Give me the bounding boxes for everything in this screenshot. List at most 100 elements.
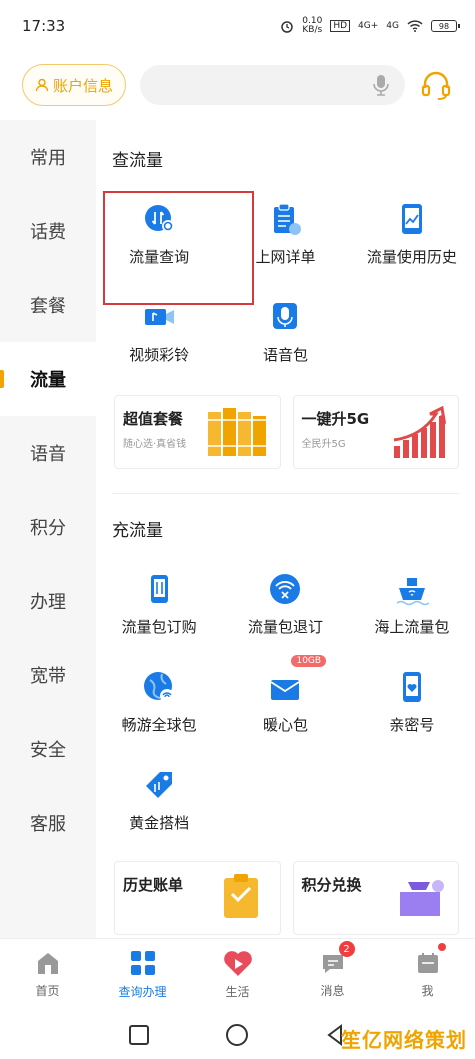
sidebar-item-label: 宽带 bbox=[30, 666, 66, 687]
home-button-icon[interactable] bbox=[225, 1023, 249, 1047]
status-bar: 17:33 0.10 KB/s HD 4G+ 4G 98 bbox=[0, 0, 475, 52]
sidebar-item-label: 办理 bbox=[30, 592, 66, 613]
sidebar-item-label: 套餐 bbox=[30, 296, 66, 317]
grid-icon bbox=[130, 951, 155, 975]
tab-label: 我 bbox=[421, 984, 434, 998]
network-speed: 0.10 KB/s bbox=[302, 17, 322, 35]
grid-item-label: 黄金搭档 bbox=[129, 813, 190, 832]
header: 账户信息 bbox=[0, 52, 475, 118]
wifi-cancel-icon bbox=[268, 572, 302, 606]
customer-service-icon[interactable] bbox=[419, 68, 453, 102]
heart-phone-icon bbox=[395, 670, 429, 704]
query-promo-row: 超值套餐 随心选·真省钱 一键升5G 全民升5G bbox=[96, 395, 475, 469]
sidebar-item-phone-bill[interactable]: 话费 bbox=[0, 194, 96, 268]
envelope-icon bbox=[268, 670, 302, 704]
wifi-icon bbox=[407, 20, 423, 32]
grid-item-label: 亲密号 bbox=[389, 715, 435, 734]
status-time: 17:33 bbox=[22, 17, 66, 35]
sidebar-item-label: 安全 bbox=[30, 740, 66, 761]
usage-history-button[interactable]: 流量使用历史 bbox=[349, 185, 475, 283]
message-count-badge: 2 bbox=[338, 941, 355, 957]
main-content[interactable]: 查流量 流量查询 上网详单 流量使用历史 视频彩铃 语音包 超值套餐 随心选·真… bbox=[96, 120, 475, 938]
sidebar-item-package[interactable]: 套餐 bbox=[0, 268, 96, 342]
sidebar-item-data[interactable]: 流量 bbox=[0, 342, 96, 416]
sidebar-item-label: 常用 bbox=[30, 148, 66, 169]
signal-4g: 4G bbox=[386, 21, 399, 31]
grid-item-label: 流量使用历史 bbox=[366, 247, 457, 266]
tab-life[interactable]: 生活 bbox=[190, 939, 285, 1010]
golden-partner-button[interactable]: 黄金搭档 bbox=[96, 751, 222, 849]
watermark: 笙亿网络策划 bbox=[341, 1028, 467, 1052]
category-sidebar: 常用 话费 套餐 流量 语音 积分 办理 宽带 安全 客服 bbox=[0, 120, 96, 938]
sidebar-item-handle[interactable]: 办理 bbox=[0, 564, 96, 638]
speed-unit: KB/s bbox=[302, 25, 323, 35]
value-package-card[interactable]: 超值套餐 随心选·真省钱 bbox=[114, 395, 281, 469]
battery-level: 98 bbox=[438, 21, 450, 31]
recharge-promo-row: 历史账单 积分兑换 bbox=[96, 861, 475, 935]
bottom-tab-bar: 首页 查询办理 生活 2 消息 我 bbox=[0, 938, 475, 1010]
sidebar-item-label: 流量 bbox=[30, 370, 66, 391]
tab-query-handle[interactable]: 查询办理 bbox=[95, 939, 190, 1010]
ship-icon bbox=[395, 572, 429, 606]
global-pack-button[interactable]: 畅游全球包 bbox=[96, 653, 222, 751]
grid-item-label: 流量包订购 bbox=[121, 617, 197, 636]
detail-list-button[interactable]: 上网详单 bbox=[222, 185, 348, 283]
warm-pack-button[interactable]: 10GB 暖心包 bbox=[222, 653, 348, 751]
microphone-icon[interactable] bbox=[373, 74, 389, 96]
account-info-label: 账户信息 bbox=[53, 76, 114, 95]
sidebar-item-voice[interactable]: 语音 bbox=[0, 416, 96, 490]
grid-item-label: 视频彩铃 bbox=[129, 345, 190, 364]
points-exchange-card[interactable]: 积分兑换 bbox=[292, 861, 459, 935]
sidebar-item-broadband[interactable]: 宽带 bbox=[0, 638, 96, 712]
sidebar-item-label: 客服 bbox=[30, 814, 66, 835]
sea-data-pack-button[interactable]: 海上流量包 bbox=[349, 555, 475, 653]
section-title-recharge: 充流量 bbox=[112, 521, 163, 541]
history-bill-card[interactable]: 历史账单 bbox=[114, 861, 281, 935]
section-title-query: 查流量 bbox=[112, 151, 163, 171]
signal-4gplus: 4G+ bbox=[358, 21, 379, 31]
notification-dot bbox=[437, 943, 446, 951]
tab-me[interactable]: 我 bbox=[380, 939, 475, 1010]
voice-package-button[interactable]: 语音包 bbox=[222, 283, 348, 381]
search-input[interactable] bbox=[140, 65, 405, 105]
sidebar-item-label: 积分 bbox=[30, 518, 66, 539]
bill-icon bbox=[223, 874, 258, 918]
data-pack-order-button[interactable]: 流量包订购 bbox=[96, 555, 222, 653]
tab-label: 查询办理 bbox=[118, 985, 167, 999]
grid-item-label: 上网详单 bbox=[255, 247, 316, 266]
traffic-query-button[interactable]: 流量查询 bbox=[96, 185, 222, 283]
sidebar-item-service[interactable]: 客服 bbox=[0, 786, 96, 860]
grid-item-label: 海上流量包 bbox=[374, 617, 450, 636]
traffic-query-icon bbox=[142, 202, 176, 236]
alarm-icon bbox=[280, 19, 294, 33]
sidebar-item-label: 话费 bbox=[30, 222, 66, 243]
hd-badge: HD bbox=[330, 20, 351, 32]
gift-icon bbox=[400, 880, 444, 916]
grid-item-label: 暖心包 bbox=[262, 715, 308, 734]
sidebar-item-security[interactable]: 安全 bbox=[0, 712, 96, 786]
tab-label: 消息 bbox=[320, 984, 345, 998]
intimate-number-button[interactable]: 亲密号 bbox=[349, 653, 475, 751]
upgrade-5g-card[interactable]: 一键升5G 全民升5G bbox=[292, 395, 459, 469]
heart-play-icon bbox=[223, 951, 252, 976]
user-icon bbox=[35, 78, 49, 92]
recent-apps-icon[interactable] bbox=[128, 1024, 150, 1046]
battery-icon: 98 bbox=[431, 20, 460, 32]
grid-item-label: 语音包 bbox=[262, 345, 308, 364]
status-icons: 0.10 KB/s HD 4G+ 4G 98 bbox=[280, 17, 460, 35]
query-grid: 流量查询 上网详单 流量使用历史 视频彩铃 语音包 bbox=[96, 185, 475, 381]
recharge-grid: 流量包订购 流量包退订 海上流量包 畅游全球包 10GB 暖心包 亲密号 黄金搭… bbox=[96, 555, 475, 849]
sidebar-item-common[interactable]: 常用 bbox=[0, 120, 96, 194]
tab-messages[interactable]: 2 消息 bbox=[285, 939, 380, 1010]
tab-label: 生活 bbox=[225, 985, 250, 999]
sidebar-item-label: 语音 bbox=[30, 444, 66, 465]
tag-icon bbox=[142, 768, 176, 802]
video-ringtone-button[interactable]: 视频彩铃 bbox=[96, 283, 222, 381]
tab-home[interactable]: 首页 bbox=[0, 939, 95, 1010]
clipboard-icon bbox=[268, 202, 302, 236]
tab-label: 首页 bbox=[35, 984, 60, 998]
sidebar-item-points[interactable]: 积分 bbox=[0, 490, 96, 564]
data-pack-cancel-button[interactable]: 流量包退订 bbox=[222, 555, 348, 653]
account-info-button[interactable]: 账户信息 bbox=[22, 64, 127, 106]
grid-item-label: 畅游全球包 bbox=[121, 715, 197, 734]
